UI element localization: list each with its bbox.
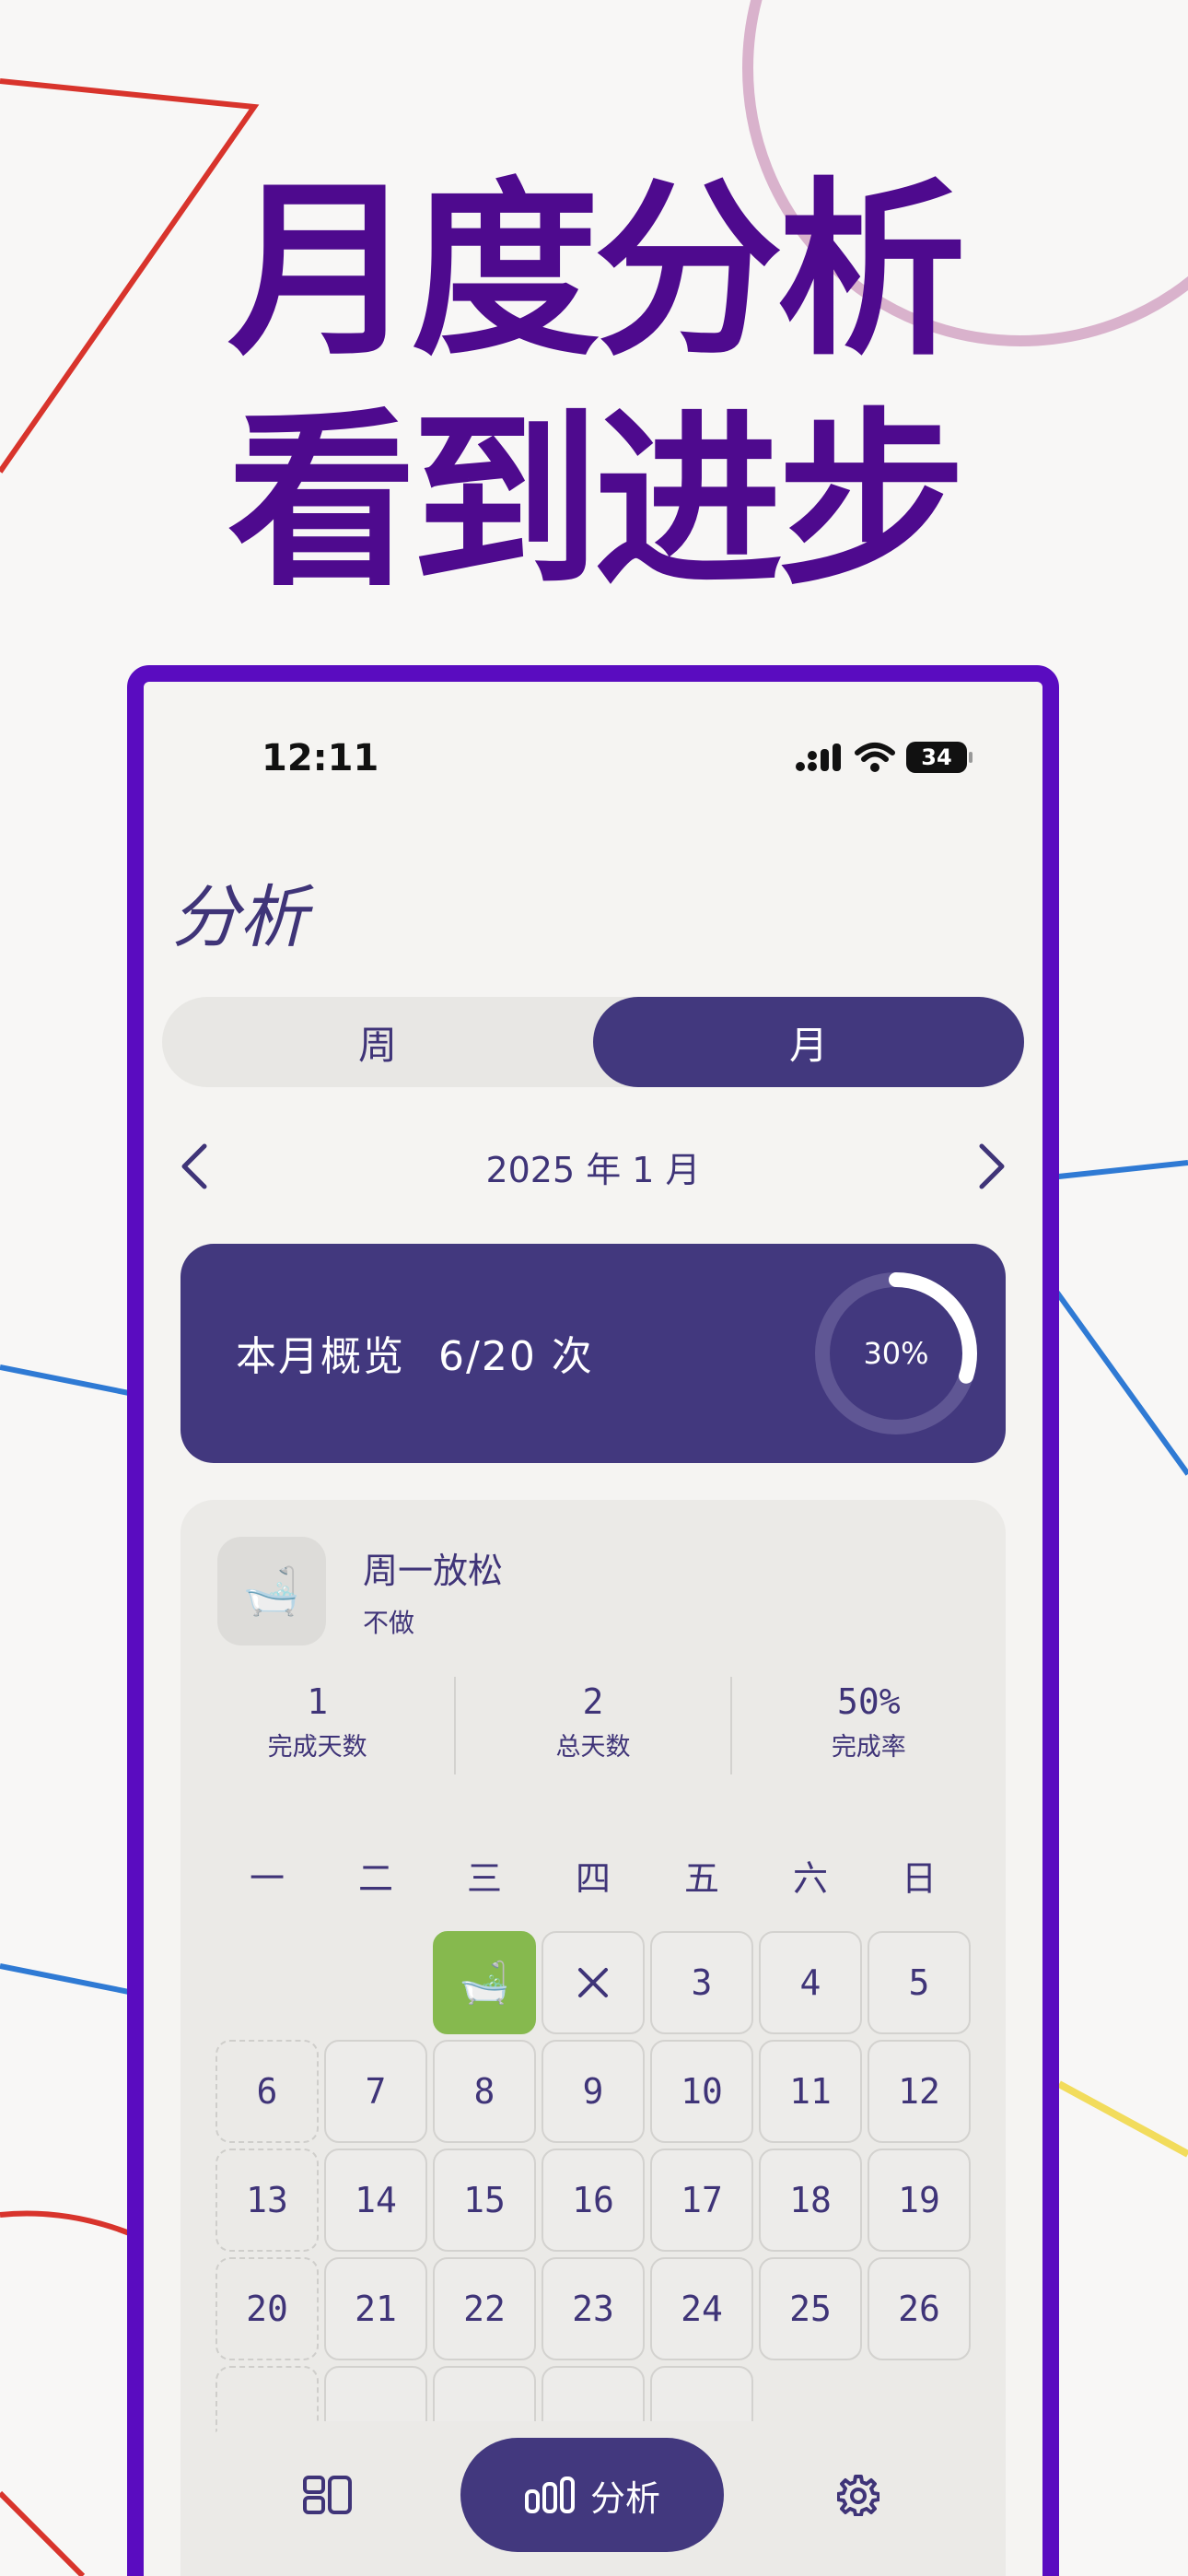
- habit-stats: 1 完成天数 2 总天数 50% 完成率: [181, 1677, 1006, 1774]
- chevron-left-icon: [181, 1143, 207, 1189]
- tab-settings[interactable]: [803, 2438, 914, 2552]
- calendar-day[interactable]: 13: [215, 2149, 319, 2252]
- calendar-blank: [215, 1931, 319, 2034]
- weekday-label: 一: [249, 1858, 285, 1899]
- bar-chart-icon: [524, 2476, 575, 2513]
- calendar-day[interactable]: 20: [215, 2257, 319, 2360]
- segment-week[interactable]: 周: [162, 997, 593, 1087]
- progress-percent: 30%: [863, 1336, 929, 1371]
- tab-analysis-label: 分析: [589, 2477, 660, 2519]
- calendar-day[interactable]: 21: [324, 2257, 427, 2360]
- calendar-day[interactable]: 8: [433, 2040, 536, 2143]
- bottom-tab-bar: 分析: [181, 2421, 1006, 2569]
- calendar-day[interactable]: 4: [759, 1931, 862, 2034]
- close-icon: [578, 1968, 608, 1997]
- weekday-label: 六: [792, 1858, 828, 1899]
- stat-label: 总天数: [555, 1733, 631, 1762]
- gear-icon: [837, 2475, 879, 2516]
- monthly-overview-card: 本月概览 6/20 次 30%: [181, 1244, 1006, 1463]
- period-segmented-control: 周 月: [162, 997, 1024, 1087]
- calendar-day[interactable]: 18: [759, 2149, 862, 2252]
- calendar-grid: 🛁 3 4 5 6 7 8 9 10 11 12 13 14 15 16 17 …: [215, 1931, 974, 2469]
- calendar-day[interactable]: 23: [542, 2257, 645, 2360]
- stat-label: 完成率: [831, 1733, 906, 1762]
- calendar-day[interactable]: 10: [650, 2040, 753, 2143]
- stat-completion-rate: 50% 完成率: [732, 1677, 1006, 1774]
- segment-month[interactable]: 月: [593, 997, 1024, 1087]
- weekday-header: 一 二 三 四 五 六 日: [215, 1846, 974, 1911]
- weekday-label: 二: [357, 1858, 393, 1899]
- calendar-day[interactable]: 5: [868, 1931, 971, 2034]
- stat-total-days: 2 总天数: [456, 1677, 732, 1774]
- calendar-day[interactable]: 19: [868, 2149, 971, 2252]
- month-navigator: 2025 年 1 月: [171, 1130, 1015, 1203]
- habit-card: 🛁 周一放松 不做 1 完成天数 2 总天数 50% 完成率 一 二 三 四 五…: [181, 1500, 1006, 2576]
- next-month-button[interactable]: [969, 1130, 1015, 1203]
- calendar-day-done[interactable]: 🛁: [433, 1931, 536, 2034]
- weekday-label: 日: [901, 1858, 937, 1899]
- calendar-day[interactable]: 9: [542, 2040, 645, 2143]
- chevron-right-icon: [979, 1143, 1005, 1189]
- weekday-label: 四: [575, 1858, 611, 1899]
- calendar-day[interactable]: 3: [650, 1931, 753, 2034]
- headline-line-2: 看到进步: [227, 392, 966, 612]
- calendar-blank: [324, 1931, 427, 2034]
- stat-value: 1: [307, 1681, 329, 1722]
- calendar-day[interactable]: 14: [324, 2149, 427, 2252]
- habit-name: 周一放松: [363, 1551, 504, 1591]
- weekday-label: 五: [683, 1858, 719, 1899]
- calendar-day[interactable]: 6: [215, 2040, 319, 2143]
- tab-analysis[interactable]: 分析: [460, 2438, 724, 2552]
- weekday-label: 三: [466, 1858, 502, 1899]
- status-time: 12:11: [262, 737, 379, 779]
- bathtub-icon: 🛁: [459, 1960, 510, 2007]
- calendar-day[interactable]: 25: [759, 2257, 862, 2360]
- bathtub-icon: 🛁: [217, 1537, 326, 1645]
- headline-line-1: 月度分析: [227, 162, 966, 381]
- month-label: 2025 年 1 月: [485, 1149, 701, 1190]
- calendar-day[interactable]: 24: [650, 2257, 753, 2360]
- habit-subtitle: 不做: [363, 1608, 415, 1638]
- tab-overview[interactable]: [273, 2438, 383, 2552]
- battery-icon: 34: [906, 742, 973, 773]
- calendar-day[interactable]: 7: [324, 2040, 427, 2143]
- dashboard-icon: [303, 2476, 352, 2514]
- calendar-day[interactable]: 22: [433, 2257, 536, 2360]
- status-icons: 34: [796, 739, 973, 776]
- page-title: 分析: [171, 878, 308, 957]
- overview-count: 6/20 次: [438, 1333, 594, 1380]
- calendar-day[interactable]: 11: [759, 2040, 862, 2143]
- stat-completed-days: 1 完成天数: [181, 1677, 457, 1774]
- calendar-day[interactable]: 12: [868, 2040, 971, 2143]
- calendar-day[interactable]: 26: [868, 2257, 971, 2360]
- wifi-icon: [855, 743, 895, 772]
- calendar-day[interactable]: 16: [542, 2149, 645, 2252]
- phone-frame: 12:11 34 分析 周 月 2025 年 1 月 本月概览 6/20 次 3…: [127, 665, 1059, 2576]
- overview-summary: 本月概览 6/20 次: [236, 1323, 594, 1382]
- promo-headline: 月度分析 看到进步: [0, 157, 1188, 617]
- overview-title: 本月概览: [236, 1333, 405, 1380]
- stat-value: 2: [582, 1681, 604, 1722]
- battery-level: 34: [921, 744, 952, 770]
- prev-month-button[interactable]: [171, 1130, 217, 1203]
- calendar-day[interactable]: 15: [433, 2149, 536, 2252]
- calendar-day[interactable]: 17: [650, 2149, 753, 2252]
- stat-label: 完成天数: [267, 1733, 367, 1762]
- calendar-day-missed[interactable]: [542, 1931, 645, 2034]
- signal-icon: [796, 744, 841, 771]
- stat-value: 50%: [837, 1681, 901, 1722]
